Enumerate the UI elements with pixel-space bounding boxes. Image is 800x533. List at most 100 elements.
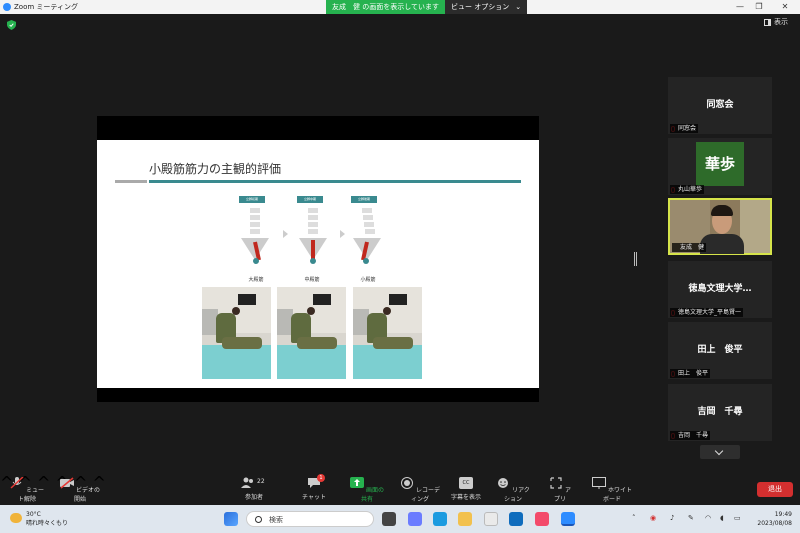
os-taskbar: 30°C 晴れ時々くもり 検索 ˄ ◉ ♪ ✎ ◠ ◖ ▭ 19:49 2023… [0,505,800,533]
participant-tile[interactable]: 田上 俊平 田上 俊平 [668,322,772,379]
clinic-photo [202,287,271,379]
participant-name-label: 丸山華歩 [670,185,705,194]
wifi-icon[interactable]: ◠ [705,514,711,522]
pelvis-diagram [353,208,381,264]
captions-cc-icon: CC [459,477,473,489]
participant-display-name: 田上 俊平 [697,345,743,355]
apps-label: アプリ [553,487,571,503]
participant-tile[interactable]: 同窓会 同窓会 [668,77,772,134]
clock-time: 19:49 [774,511,792,518]
task-view-icon[interactable] [382,512,396,526]
view-button[interactable]: 表示 [764,17,788,27]
whiteboard-label: ホワイトボード [602,487,632,503]
participant-name-label: 友成 健 [672,243,707,252]
unmute-button[interactable]: ミュート解除 [8,476,46,503]
weather-condition: 晴れ時々くもり [26,520,69,527]
start-video-label: ビデオの開始 [73,487,100,503]
panel-resize-handle[interactable] [634,252,637,266]
participants-count: 22 [257,478,265,485]
smiley-icon [498,478,509,488]
participants-label: 参加者 [244,494,263,501]
taskbar-clock[interactable]: 19:49 2023/08/08 [752,510,792,528]
muscle-label: 中殿筋 [304,277,320,283]
captions-button[interactable]: CC 字幕を表示 [446,477,486,501]
participant-display-name: 徳島文理大学… [688,284,752,294]
zoom-taskbar-icon[interactable] [561,512,575,526]
slide-title: 小殿筋筋力の主観的評価 [149,162,282,176]
file-explorer-icon[interactable] [458,512,472,526]
meeting-toolbar: ミュート解除 ^ ビデオの開始 ^ 22 参加者 ^ 1 チャット 画面の共有 … [0,473,800,505]
volume-icon[interactable]: ◖ [720,514,724,522]
phase-tag: 立脚中期 [297,196,323,203]
participant-name-label: 田上 俊平 [670,369,711,378]
phase-tag: 立脚後期 [351,196,377,203]
music-icon[interactable] [535,512,549,526]
apps-icon [550,477,562,489]
chat-button[interactable]: 1 チャット [300,474,328,501]
zoom-logo-icon [3,3,11,11]
participant-video-tile[interactable]: 友成 健 [668,198,772,255]
view-options-button[interactable]: ビュー オプション ⌄ [445,0,528,14]
battery-icon[interactable]: ▭ [734,514,741,522]
participant-tile[interactable]: 華歩 丸山華歩 [668,138,772,195]
more-participants-button[interactable] [700,445,740,459]
mic-off-icon [10,476,24,489]
chevron-right-icon [283,230,288,238]
share-banner-message: 友成 健 の画面を表示しています [326,0,446,14]
meeting-area: 表示 小殿筋筋力の主観的評価 立脚初期 立脚中期 立脚後期 大殿筋 中殿筋 小殿… [0,14,800,473]
mail-icon[interactable] [509,512,523,526]
chat-badge: 1 [317,474,325,482]
phase-tag: 立脚初期 [239,196,265,203]
video-off-icon [60,477,75,489]
teams-icon[interactable] [408,512,422,526]
view-button-label: 表示 [774,18,788,26]
record-label: レコーディング [410,487,440,503]
share-screen-icon [350,477,365,488]
store-icon[interactable] [484,512,498,526]
pelvis-diagram [299,208,327,264]
participant-name-label: 吉岡 千尋 [670,431,711,440]
security-shield-icon[interactable] [7,20,16,30]
tray-app-icon[interactable]: ◉ [650,514,656,522]
participants-button[interactable]: 22 参加者 [234,477,274,501]
chevron-right-icon [340,230,345,238]
taskbar-search[interactable]: 検索 [246,511,374,527]
participant-display-name: 吉岡 千尋 [697,407,743,417]
weather-widget[interactable]: 30°C 晴れ時々くもり [10,510,68,528]
chevron-down-icon [714,446,724,456]
participant-tile[interactable]: 吉岡 千尋 吉岡 千尋 [668,384,772,441]
participant-tile[interactable]: 徳島文理大学… 徳島文理大学_平島賢一 [668,261,772,318]
participant-display-name: 同窓会 [706,100,734,110]
record-button[interactable]: レコーディング [398,477,442,503]
tray-mic-icon[interactable]: ♪ [670,514,674,522]
clinic-photo [277,287,346,379]
pelvis-diagram [241,208,269,264]
taskbar-search-placeholder: 検索 [269,516,283,524]
leave-button[interactable]: 退出 [757,482,793,497]
unmute-label: ミュート解除 [17,487,44,503]
slide-divider-gray [115,180,147,183]
tray-chevron-up-icon[interactable]: ˄ [632,514,636,522]
reactions-button[interactable]: リアクション [496,477,530,503]
edge-icon[interactable] [433,512,447,526]
shared-screen: 小殿筋筋力の主観的評価 立脚初期 立脚中期 立脚後期 大殿筋 中殿筋 小殿筋 [97,116,539,402]
windows-start-icon[interactable] [224,512,238,526]
participant-name-label: 同窓会 [670,124,699,133]
whiteboard-icon [592,477,607,489]
reactions-label: リアクション [503,487,530,503]
whiteboard-button[interactable]: ホワイトボード [590,477,634,503]
search-icon [255,516,262,523]
clock-date: 2023/08/08 [757,520,792,527]
muscle-label: 大殿筋 [248,277,264,283]
slide: 小殿筋筋力の主観的評価 立脚初期 立脚中期 立脚後期 大殿筋 中殿筋 小殿筋 [97,140,539,388]
muscle-label: 小殿筋 [360,277,376,283]
start-video-button[interactable]: ビデオの開始 [60,477,100,503]
tray-pen-icon[interactable]: ✎ [688,514,694,522]
close-button[interactable]: ✕ [770,0,800,14]
weather-icon [10,513,22,523]
clinic-photo [353,287,422,379]
zoom-window: Zoom ミーティング 友成 健 の画面を表示しています ビュー オプション ⌄… [0,0,800,533]
share-screen-button[interactable]: 画面の共有 [348,477,386,503]
apps-button[interactable]: アプリ [548,477,572,503]
chevron-down-icon: ⌄ [515,3,522,11]
